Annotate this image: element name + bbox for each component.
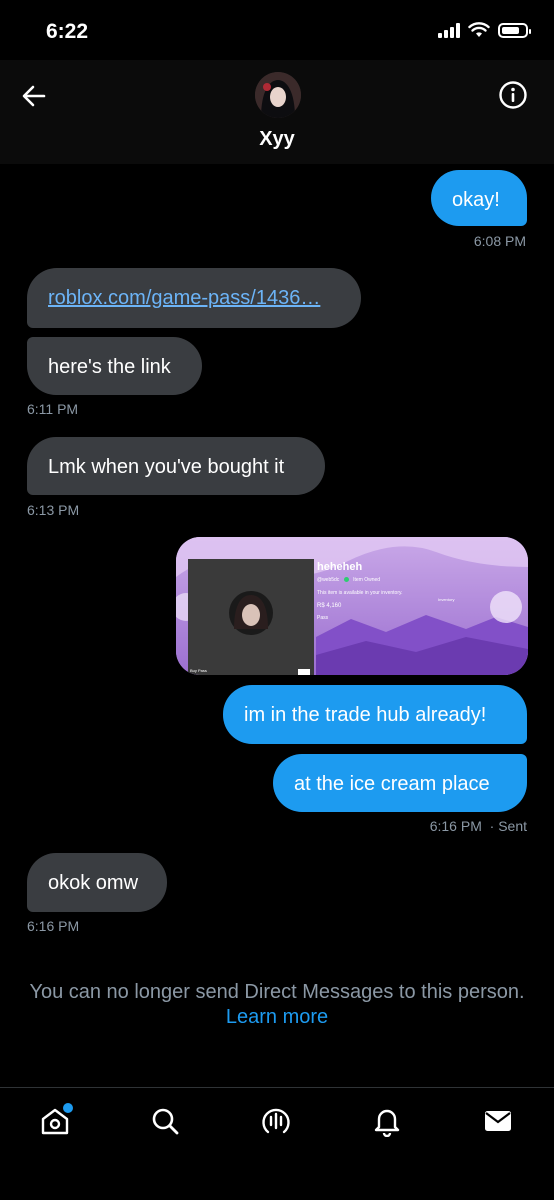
status-icons: [438, 22, 531, 38]
owned-dot-icon: [343, 577, 349, 583]
avatar[interactable]: [255, 72, 301, 118]
message-link[interactable]: roblox.com/game-pass/1436…: [48, 287, 320, 309]
wifi-icon: [468, 22, 490, 37]
message-bubble-incoming[interactable]: here's the link: [27, 337, 202, 395]
spaces-icon[interactable]: [260, 1105, 292, 1137]
message-bubble-outgoing[interactable]: at the ice cream place: [273, 754, 527, 812]
message-bubble-incoming[interactable]: okok omw: [27, 853, 167, 912]
notice-text: You can no longer send Direct Messages t…: [29, 981, 525, 1003]
message-timestamp: 6:16 PM: [27, 918, 80, 934]
search-icon[interactable]: [149, 1105, 181, 1137]
message-timestamp-status: 6:16 PM · Sent: [429, 818, 527, 834]
message-timestamp: 6:08 PM: [473, 233, 526, 249]
card-line: Inventory: [438, 597, 455, 602]
message-bubble-incoming[interactable]: roblox.com/game-pass/1436…: [27, 268, 361, 328]
card-line: This item is available in your inventory…: [317, 590, 403, 596]
info-icon[interactable]: [498, 80, 528, 110]
image-attachment[interactable]: heheheh @web5dc Item Owned This item is …: [176, 537, 528, 675]
card-meta: @web5dc Item Owned: [317, 577, 381, 583]
message-timestamp: 6:11 PM: [27, 401, 79, 417]
message-bubble-outgoing[interactable]: okay!: [431, 170, 527, 226]
message-timestamp: 6:13 PM: [27, 502, 80, 518]
learn-more-link[interactable]: Learn more: [0, 1005, 554, 1030]
conversation-title[interactable]: Xyy: [0, 128, 554, 151]
dm-disabled-notice: You can no longer send Direct Messages t…: [0, 980, 554, 1030]
status-time: 6:22: [46, 20, 89, 43]
card-title: heheheh: [317, 561, 363, 573]
message-bubble-incoming[interactable]: Lmk when you've bought it: [27, 437, 325, 495]
card-pass: Pass: [317, 615, 329, 621]
messages-icon[interactable]: [482, 1105, 514, 1137]
card-price: R$ 4,160: [317, 603, 342, 609]
battery-icon: [498, 22, 531, 38]
nav-divider: [0, 1087, 554, 1088]
card-footer: Buy Pass: [190, 668, 207, 673]
unread-dot-icon: [61, 1101, 75, 1115]
message-bubble-outgoing[interactable]: im in the trade hub already!: [223, 685, 527, 744]
notifications-icon[interactable]: [371, 1105, 403, 1137]
signal-icon: [438, 22, 460, 38]
back-arrow-icon[interactable]: [20, 82, 48, 110]
